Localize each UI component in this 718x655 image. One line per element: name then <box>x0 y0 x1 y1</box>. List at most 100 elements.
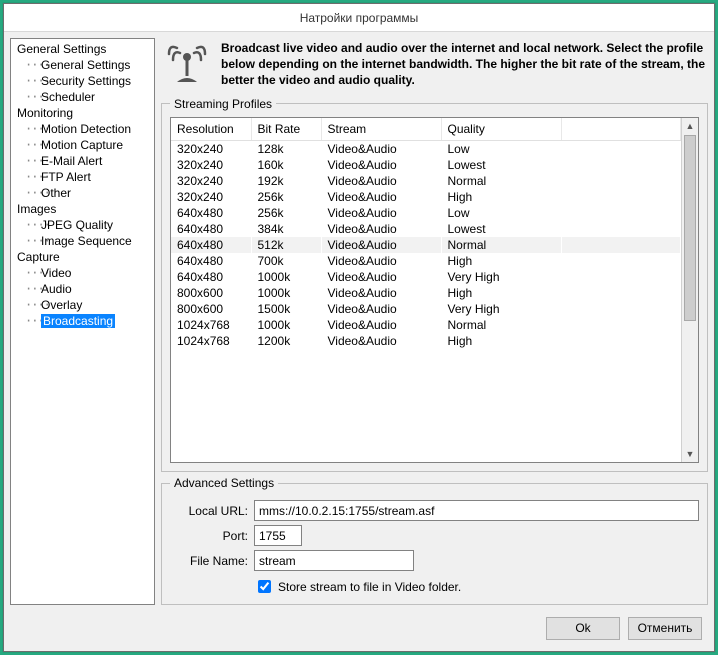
table-cell: 1000k <box>251 269 321 285</box>
streaming-profiles-legend: Streaming Profiles <box>170 97 276 111</box>
table-row[interactable]: 320x240192kVideo&AudioNormal <box>171 173 681 189</box>
table-cell: 640x480 <box>171 253 251 269</box>
tree-item[interactable]: ····Motion Capture <box>11 137 154 153</box>
advanced-settings-group: Advanced Settings Local URL: Port: File … <box>161 476 708 605</box>
table-cell: High <box>441 253 561 269</box>
tree-group[interactable]: Monitoring <box>11 105 154 121</box>
table-row[interactable]: 640x480700kVideo&AudioHigh <box>171 253 681 269</box>
tree-dots-icon: ···· <box>25 90 41 104</box>
tree-item-label: Other <box>41 186 71 200</box>
local-url-input[interactable] <box>254 500 699 521</box>
tree-item[interactable]: ····Image Sequence <box>11 233 154 249</box>
profiles-table[interactable]: ResolutionBit RateStreamQuality 320x2401… <box>171 118 681 349</box>
table-cell: Video&Audio <box>321 140 441 157</box>
table-cell: Very High <box>441 301 561 317</box>
table-cell: 384k <box>251 221 321 237</box>
table-row[interactable]: 320x240128kVideo&AudioLow <box>171 140 681 157</box>
tree-item[interactable]: ····Security Settings <box>11 73 154 89</box>
table-cell: 320x240 <box>171 140 251 157</box>
table-cell: Video&Audio <box>321 333 441 349</box>
column-header[interactable]: Quality <box>441 118 561 141</box>
tree-item-label: Security Settings <box>41 74 131 88</box>
table-row[interactable]: 640x480256kVideo&AudioLow <box>171 205 681 221</box>
tree-dots-icon: ···· <box>25 58 41 72</box>
table-row[interactable]: 320x240256kVideo&AudioHigh <box>171 189 681 205</box>
table-cell: Video&Audio <box>321 237 441 253</box>
table-row[interactable]: 320x240160kVideo&AudioLowest <box>171 157 681 173</box>
table-row[interactable]: 800x6001500kVideo&AudioVery High <box>171 301 681 317</box>
cancel-button[interactable]: Отменить <box>628 617 702 640</box>
table-row[interactable]: 640x480384kVideo&AudioLowest <box>171 221 681 237</box>
tree-item[interactable]: ····Broadcasting <box>11 313 154 329</box>
store-stream-checkbox[interactable] <box>258 580 271 593</box>
info-banner: Broadcast live video and audio over the … <box>161 38 708 93</box>
tree-item-label: Audio <box>41 282 72 296</box>
table-cell: 1024x768 <box>171 333 251 349</box>
tree-item[interactable]: ····JPEG Quality <box>11 217 154 233</box>
settings-window: Натройки программы General Settings····G… <box>3 3 715 652</box>
tree-dots-icon: ···· <box>25 122 41 136</box>
table-cell: 640x480 <box>171 205 251 221</box>
tree-item[interactable]: ····Motion Detection <box>11 121 154 137</box>
table-cell: 800x600 <box>171 285 251 301</box>
table-cell: Video&Audio <box>321 157 441 173</box>
tree-item-label: Motion Detection <box>41 122 131 136</box>
tree-item-label: Overlay <box>41 298 82 312</box>
tree-item[interactable]: ····E-Mail Alert <box>11 153 154 169</box>
table-cell: 640x480 <box>171 269 251 285</box>
scroll-up-button[interactable]: ▲ <box>682 118 698 135</box>
table-cell: Video&Audio <box>321 285 441 301</box>
tree-dots-icon: ···· <box>25 282 41 296</box>
tree-item[interactable]: ····FTP Alert <box>11 169 154 185</box>
table-cell: 1000k <box>251 285 321 301</box>
tree-group[interactable]: Images <box>11 201 154 217</box>
tree-item-label: Video <box>41 266 71 280</box>
table-cell: Low <box>441 140 561 157</box>
port-input[interactable] <box>254 525 302 546</box>
tree-group[interactable]: Capture <box>11 249 154 265</box>
tree-dots-icon: ···· <box>25 74 41 88</box>
content-panel: Broadcast live video and audio over the … <box>161 38 708 605</box>
table-row[interactable]: 1024x7681200kVideo&AudioHigh <box>171 333 681 349</box>
tree-item-label: Motion Capture <box>41 138 123 152</box>
profiles-table-scroll[interactable]: ResolutionBit RateStreamQuality 320x2401… <box>171 118 681 462</box>
local-url-label: Local URL: <box>170 504 248 518</box>
table-row[interactable]: 640x4801000kVideo&AudioVery High <box>171 269 681 285</box>
tree-item[interactable]: ····General Settings <box>11 57 154 73</box>
column-header[interactable]: Resolution <box>171 118 251 141</box>
tree-item[interactable]: ····Other <box>11 185 154 201</box>
tree-dots-icon: ···· <box>25 186 41 200</box>
tree-item[interactable]: ····Overlay <box>11 297 154 313</box>
store-stream-label[interactable]: Store stream to file in Video folder. <box>278 580 461 594</box>
scrollbar-track[interactable] <box>682 135 698 445</box>
tree-item-label: E-Mail Alert <box>41 154 102 168</box>
ok-button[interactable]: Ok <box>546 617 620 640</box>
tree-item[interactable]: ····Scheduler <box>11 89 154 105</box>
tree-item-label: Broadcasting <box>41 314 115 328</box>
sidebar-tree[interactable]: General Settings····General Settings····… <box>10 38 155 605</box>
table-cell: 512k <box>251 237 321 253</box>
tree-dots-icon: ···· <box>25 138 41 152</box>
scroll-down-button[interactable]: ▼ <box>682 445 698 462</box>
port-label: Port: <box>170 529 248 543</box>
scrollbar-thumb[interactable] <box>684 135 696 321</box>
banner-text: Broadcast live video and audio over the … <box>221 40 706 89</box>
table-row[interactable]: 800x6001000kVideo&AudioHigh <box>171 285 681 301</box>
table-row[interactable]: 640x480512kVideo&AudioNormal <box>171 237 681 253</box>
filename-input[interactable] <box>254 550 414 571</box>
table-row[interactable]: 1024x7681000kVideo&AudioNormal <box>171 317 681 333</box>
column-header[interactable]: Bit Rate <box>251 118 321 141</box>
tree-dots-icon: ···· <box>25 170 41 184</box>
tree-item-label: Image Sequence <box>41 234 132 248</box>
column-header[interactable]: Stream <box>321 118 441 141</box>
broadcast-icon <box>163 40 211 88</box>
table-cell: Normal <box>441 237 561 253</box>
table-cell: High <box>441 333 561 349</box>
table-cell: 320x240 <box>171 157 251 173</box>
tree-dots-icon: ···· <box>25 234 41 248</box>
table-cell: 320x240 <box>171 173 251 189</box>
tree-item[interactable]: ····Audio <box>11 281 154 297</box>
tree-group[interactable]: General Settings <box>11 41 154 57</box>
tree-item[interactable]: ····Video <box>11 265 154 281</box>
vertical-scrollbar[interactable]: ▲ ▼ <box>681 118 698 462</box>
